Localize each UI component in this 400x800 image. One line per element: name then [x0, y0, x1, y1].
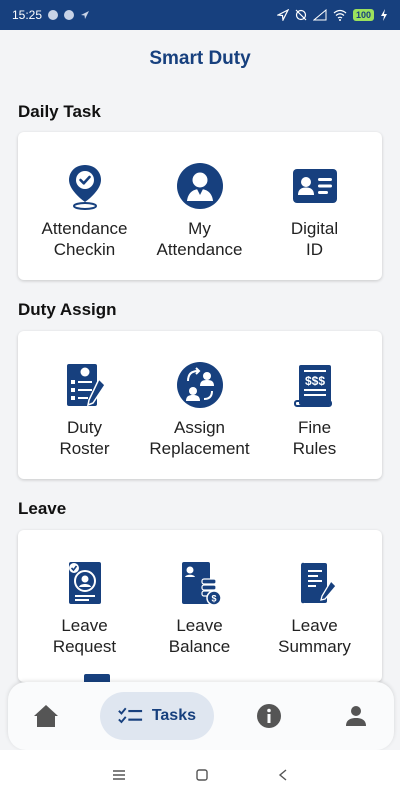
digital-id-button[interactable]: Digital ID [254, 162, 375, 260]
home-icon [34, 705, 58, 727]
daily-task-card: Attendance Checkin My Attendance Digital ID [18, 132, 382, 280]
svg-text:$$$: $$$ [304, 374, 324, 388]
assign-replacement-label: Assign Replacement [149, 418, 250, 458]
leave-request-label: Leave Request [52, 616, 117, 656]
section-title-leave: Leave [18, 499, 67, 518]
leave-summary-label: Leave Summary [278, 616, 351, 656]
svg-text:$: $ [211, 594, 216, 604]
id-card-icon [292, 169, 337, 203]
leave-summary-button[interactable]: Leave Summary [254, 559, 375, 657]
navigation-arrow-icon [81, 11, 90, 19]
leave-request-button[interactable]: Leave Request [24, 559, 145, 657]
replacement-icon [176, 362, 223, 408]
nav-profile[interactable] [338, 692, 374, 740]
user-avatar-icon [176, 163, 223, 209]
charging-icon [381, 9, 387, 21]
leave-card: Leave Request $ Leave Balance Leave Summ… [18, 530, 382, 682]
menu-icon[interactable] [112, 769, 126, 781]
leave-request-icon [68, 562, 101, 604]
section-title-daily-task: Daily Task [18, 102, 101, 121]
info-icon [257, 704, 281, 728]
leave-balance-button[interactable]: $ Leave Balance [139, 559, 260, 657]
back-icon[interactable] [278, 769, 288, 781]
section-title-duty-assign: Duty Assign [18, 300, 117, 319]
system-nav-bar [0, 750, 400, 800]
fine-rules-icon: $$$ [293, 365, 332, 407]
fine-rules-button[interactable]: $$$ Fine Rules [254, 361, 375, 459]
nav-home[interactable] [28, 692, 64, 740]
leave-balance-label: Leave Balance [168, 616, 231, 656]
next-card-icon-peek [84, 674, 110, 682]
notification-icon [48, 10, 59, 20]
attendance-checkin-button[interactable]: Attendance Checkin [24, 162, 145, 260]
attendance-checkin-label: Attendance Checkin [41, 219, 128, 259]
tasks-checklist-icon [118, 707, 143, 724]
location-icon [276, 9, 289, 21]
duty-roster-button[interactable]: Duty Roster [24, 361, 145, 459]
status-bar: 15:25 100 [0, 0, 400, 30]
leave-summary-icon [300, 562, 337, 604]
my-attendance-button[interactable]: My Attendance [139, 162, 260, 260]
duty-assign-card: Duty Roster Assign Replacement $$$ Fine Ru [18, 331, 382, 479]
page-title: Smart Duty [149, 48, 251, 69]
home-square-icon[interactable] [196, 769, 208, 781]
assign-replacement-button[interactable]: Assign Replacement [139, 361, 260, 459]
wifi-icon [333, 9, 347, 21]
bottom-nav: Tasks [8, 682, 394, 750]
battery-icon: 100 [352, 9, 374, 21]
notification-icon [64, 10, 75, 20]
leave-balance-icon: $ [181, 562, 222, 606]
roster-document-icon [66, 364, 106, 407]
nav-info[interactable] [251, 692, 287, 740]
location-check-icon [68, 165, 101, 210]
status-time: 15:25 [12, 8, 43, 22]
my-attendance-label: My Attendance [156, 219, 243, 259]
duty-roster-label: Duty Roster [59, 418, 110, 458]
alarm-off-icon [295, 9, 307, 21]
nav-tasks[interactable]: Tasks [100, 692, 214, 740]
nav-tasks-label: Tasks [151, 707, 196, 724]
person-icon [346, 706, 366, 726]
digital-id-label: Digital ID [290, 219, 339, 259]
fine-rules-label: Fine Rules [292, 418, 337, 458]
signal-icon [312, 9, 327, 21]
